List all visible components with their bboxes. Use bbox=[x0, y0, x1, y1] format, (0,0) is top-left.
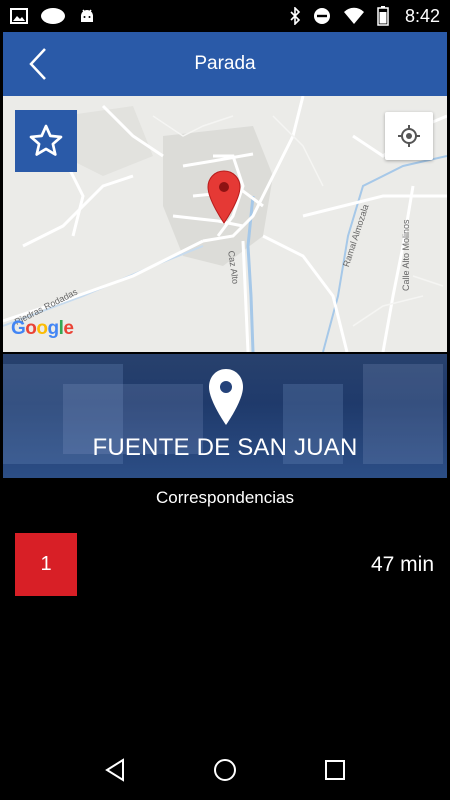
clock: 8:42 bbox=[404, 5, 440, 26]
page-title: Parada bbox=[194, 53, 256, 74]
nav-recents-button[interactable] bbox=[315, 750, 355, 790]
favorite-button[interactable] bbox=[15, 110, 77, 172]
nav-back-icon bbox=[105, 758, 124, 782]
nav-recents-icon bbox=[325, 760, 345, 780]
map-marker-icon bbox=[207, 170, 241, 224]
map-marker[interactable] bbox=[207, 170, 241, 229]
navigation-bar bbox=[0, 740, 450, 800]
nav-back-button[interactable] bbox=[95, 750, 135, 790]
stop-pin bbox=[208, 368, 244, 431]
back-button[interactable] bbox=[21, 46, 55, 82]
nav-home-icon bbox=[214, 759, 236, 781]
map-view[interactable]: Piedras Rodadas Caz Alto Ramal Almozala … bbox=[3, 96, 447, 352]
street-label-calle-alto-molinos: Calle Alto Molinos bbox=[401, 219, 411, 291]
my-location-icon bbox=[398, 125, 420, 147]
bluetooth-icon bbox=[289, 7, 301, 25]
status-right: 8:42 bbox=[289, 6, 440, 27]
wifi-icon bbox=[343, 7, 365, 25]
correspondencias-title: Correspondencias bbox=[156, 488, 294, 507]
my-location-button[interactable] bbox=[385, 112, 433, 160]
battery-icon bbox=[377, 6, 389, 26]
google-logo: Google bbox=[11, 318, 74, 339]
do-not-disturb-icon bbox=[313, 7, 331, 25]
status-left bbox=[10, 7, 96, 25]
line-arrival-time: 47 min bbox=[370, 553, 434, 576]
android-icon bbox=[78, 7, 96, 25]
star-icon bbox=[29, 124, 63, 156]
chevron-left-icon bbox=[29, 48, 46, 80]
stop-banner: FUENTE DE SAN JUAN bbox=[3, 354, 447, 478]
line-badge[interactable]: 1 bbox=[15, 533, 77, 596]
status-bar: 8:42 bbox=[0, 0, 450, 32]
location-pin-icon bbox=[209, 369, 243, 425]
cloud-icon bbox=[40, 7, 66, 25]
image-icon bbox=[10, 8, 28, 24]
nav-home-button[interactable] bbox=[205, 750, 245, 790]
stop-name: FUENTE DE SAN JUAN bbox=[92, 434, 358, 461]
app-bar: Parada bbox=[3, 32, 447, 96]
line-row[interactable]: 1 47 min bbox=[0, 533, 450, 597]
